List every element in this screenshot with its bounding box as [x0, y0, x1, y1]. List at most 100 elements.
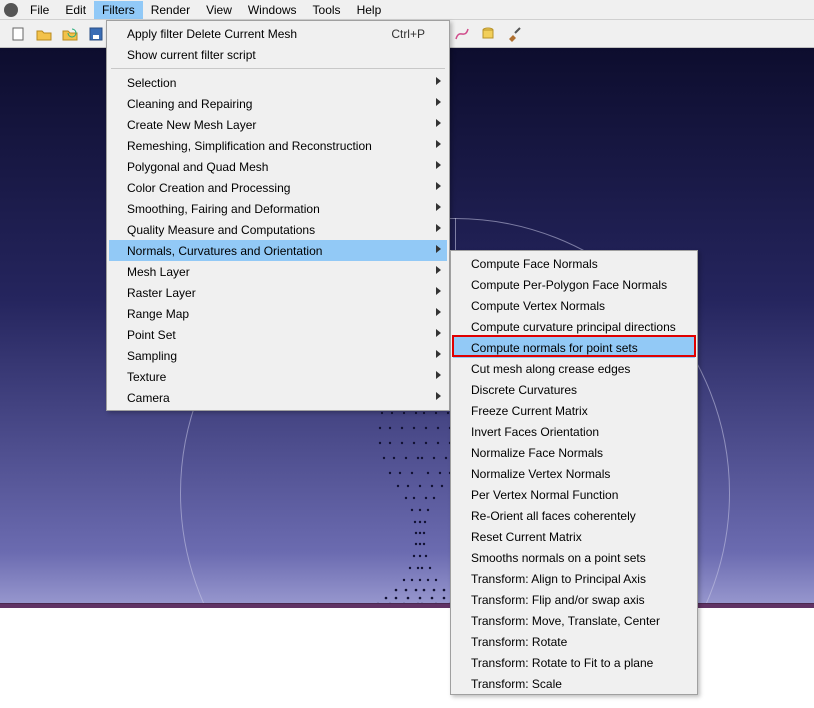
submenu-item[interactable]: Transform: Rotate [453, 631, 695, 652]
curve-icon[interactable] [450, 22, 474, 46]
menu-item-label: Apply filter Delete Current Mesh [127, 27, 297, 41]
submenu-item-label: Cut mesh along crease edges [471, 362, 630, 376]
menu-item[interactable]: Point Set [109, 324, 447, 345]
submenu-item[interactable]: Transform: Flip and/or swap axis [453, 589, 695, 610]
tube-icon[interactable] [476, 22, 500, 46]
menu-tools[interactable]: Tools [305, 1, 349, 19]
submenu-item[interactable]: Transform: Scale [453, 673, 695, 694]
submenu-arrow-icon [436, 224, 441, 232]
submenu-item-label: Normalize Vertex Normals [471, 467, 610, 481]
menu-item[interactable]: Sampling [109, 345, 447, 366]
submenu-item[interactable]: Discrete Curvatures [453, 379, 695, 400]
submenu-item-label: Transform: Align to Principal Axis [471, 572, 646, 586]
menu-filters[interactable]: Filters [94, 1, 143, 19]
menu-item[interactable]: Quality Measure and Computations [109, 219, 447, 240]
submenu-item[interactable]: Normalize Face Normals [453, 442, 695, 463]
reload-icon[interactable] [58, 22, 82, 46]
submenu-item[interactable]: Reset Current Matrix [453, 526, 695, 547]
menu-item-label: Point Set [127, 328, 176, 342]
submenu-item-label: Compute Face Normals [471, 257, 598, 271]
submenu-item-label: Transform: Scale [471, 677, 562, 691]
submenu-arrow-icon [436, 392, 441, 400]
submenu-item-label: Reset Current Matrix [471, 530, 582, 544]
submenu-item-label: Compute normals for point sets [471, 341, 638, 355]
submenu-item[interactable]: Transform: Rotate to Fit to a plane [453, 652, 695, 673]
submenu-arrow-icon [436, 182, 441, 190]
menu-item[interactable]: Cleaning and Repairing [109, 93, 447, 114]
new-file-icon[interactable] [6, 22, 30, 46]
submenu-item-label: Re-Orient all faces coherentely [471, 509, 636, 523]
submenu-item-label: Transform: Rotate [471, 635, 567, 649]
submenu-item-label: Compute Vertex Normals [471, 299, 605, 313]
submenu-item[interactable]: Re-Orient all faces coherentely [453, 505, 695, 526]
menu-item-label: Color Creation and Processing [127, 181, 290, 195]
menu-item[interactable]: Raster Layer [109, 282, 447, 303]
menu-item-label: Cleaning and Repairing [127, 97, 252, 111]
menu-item[interactable]: Color Creation and Processing [109, 177, 447, 198]
menu-item-label: Show current filter script [127, 48, 256, 62]
menu-item[interactable]: Create New Mesh Layer [109, 114, 447, 135]
submenu-arrow-icon [436, 350, 441, 358]
submenu-item-label: Per Vertex Normal Function [471, 488, 618, 502]
menu-item[interactable]: Polygonal and Quad Mesh [109, 156, 447, 177]
submenu-arrow-icon [436, 77, 441, 85]
menu-item[interactable]: Remeshing, Simplification and Reconstruc… [109, 135, 447, 156]
menu-item[interactable]: Mesh Layer [109, 261, 447, 282]
menu-item-label: Sampling [127, 349, 177, 363]
submenu-item[interactable]: Normalize Vertex Normals [453, 463, 695, 484]
submenu-item[interactable]: Freeze Current Matrix [453, 400, 695, 421]
submenu-item-label: Compute Per-Polygon Face Normals [471, 278, 667, 292]
menu-item[interactable]: Selection [109, 72, 447, 93]
menu-item-label: Mesh Layer [127, 265, 190, 279]
submenu-item-label: Freeze Current Matrix [471, 404, 588, 418]
submenu-arrow-icon [436, 140, 441, 148]
menu-windows[interactable]: Windows [240, 1, 305, 19]
menu-render[interactable]: Render [143, 1, 198, 19]
submenu-item[interactable]: Smooths normals on a point sets [453, 547, 695, 568]
menu-item[interactable]: Texture [109, 366, 447, 387]
menu-view[interactable]: View [198, 1, 240, 19]
brush-icon[interactable] [502, 22, 526, 46]
menu-item-label: Camera [127, 391, 170, 405]
submenu-item[interactable]: Cut mesh along crease edges [453, 358, 695, 379]
submenu-item[interactable]: Transform: Align to Principal Axis [453, 568, 695, 589]
menu-item-label: Polygonal and Quad Mesh [127, 160, 268, 174]
open-folder-icon[interactable] [32, 22, 56, 46]
submenu-arrow-icon [436, 161, 441, 169]
submenu-arrow-icon [436, 98, 441, 106]
submenu-arrow-icon [436, 371, 441, 379]
menu-item[interactable]: Normals, Curvatures and Orientation [109, 240, 447, 261]
submenu-arrow-icon [436, 308, 441, 316]
menu-edit[interactable]: Edit [57, 1, 94, 19]
menu-file[interactable]: File [22, 1, 57, 19]
menu-item-label: Range Map [127, 307, 189, 321]
menu-item[interactable]: Range Map [109, 303, 447, 324]
submenu-item-label: Invert Faces Orientation [471, 425, 599, 439]
submenu-item[interactable]: Compute Face Normals [453, 253, 695, 274]
menu-item-label: Create New Mesh Layer [127, 118, 256, 132]
menu-item-label: Raster Layer [127, 286, 196, 300]
submenu-arrow-icon [436, 119, 441, 127]
submenu-arrow-icon [436, 266, 441, 274]
menu-item[interactable]: Apply filter Delete Current MeshCtrl+P [109, 23, 447, 44]
submenu-arrow-icon [436, 329, 441, 337]
save-icon[interactable] [84, 22, 108, 46]
menubar: FileEditFiltersRenderViewWindowsToolsHel… [0, 0, 814, 20]
menu-item[interactable]: Show current filter script [109, 44, 447, 65]
filters-menu: Apply filter Delete Current MeshCtrl+P Sh… [106, 20, 450, 411]
submenu-item-label: Compute curvature principal directions [471, 320, 676, 334]
submenu-item[interactable]: Per Vertex Normal Function [453, 484, 695, 505]
menu-help[interactable]: Help [349, 1, 390, 19]
submenu-item[interactable]: Compute normals for point sets [453, 337, 695, 358]
submenu-item[interactable]: Compute curvature principal directions [453, 316, 695, 337]
submenu-arrow-icon [436, 287, 441, 295]
submenu-item[interactable]: Compute Per-Polygon Face Normals [453, 274, 695, 295]
submenu-item-label: Normalize Face Normals [471, 446, 603, 460]
submenu-item-label: Discrete Curvatures [471, 383, 577, 397]
submenu-item[interactable]: Compute Vertex Normals [453, 295, 695, 316]
menu-item[interactable]: Smoothing, Fairing and Deformation [109, 198, 447, 219]
submenu-item[interactable]: Invert Faces Orientation [453, 421, 695, 442]
submenu-item[interactable]: Transform: Move, Translate, Center [453, 610, 695, 631]
submenu-item-label: Smooths normals on a point sets [471, 551, 646, 565]
menu-item[interactable]: Camera [109, 387, 447, 408]
